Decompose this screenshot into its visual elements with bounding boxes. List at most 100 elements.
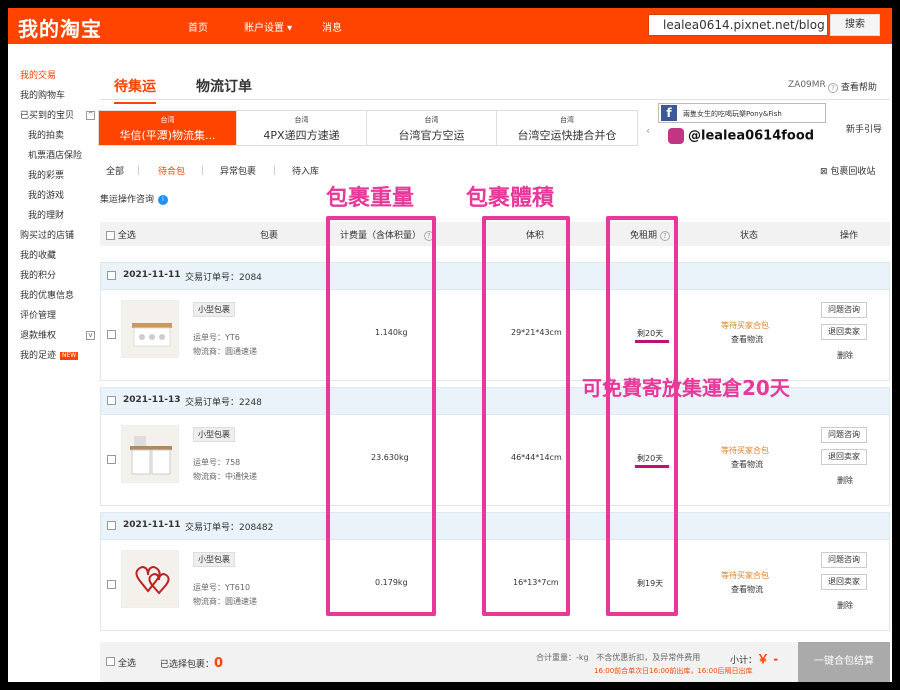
info-icon: i (158, 194, 169, 205)
subtab-exception[interactable]: 异常包裹 (220, 164, 256, 177)
status-text: 等待买家合包 (721, 321, 769, 330)
shipping-option-2[interactable]: 台湾 4PX递四方速递 (237, 111, 367, 145)
sidebar-item-label: 退款维权 (20, 331, 57, 341)
new-user-guide-link[interactable]: 新手引导 (846, 122, 882, 135)
sidebar-item-purchased[interactable]: 已买到的宝贝 ^ (20, 106, 100, 126)
sidebar-item-travel[interactable]: 机票酒店保险 (20, 146, 100, 166)
search-input[interactable]: lealea0614.pixnet.net/blog (648, 14, 828, 36)
shipping-option-1[interactable]: 台湾 华信(平潭)物流集... (99, 111, 237, 145)
footer-select-all[interactable]: 全选 (118, 656, 136, 669)
delete-link[interactable]: 删除 (837, 475, 853, 486)
inquiry-button[interactable]: 问题咨询 (821, 427, 867, 443)
nav-home[interactable]: 首页 (188, 19, 208, 34)
sidebar-item-coupons[interactable]: 我的优惠信息 (20, 286, 100, 306)
return-to-seller-button[interactable]: 退回卖家 (821, 449, 867, 465)
view-logistics-link[interactable]: 查看物流 (731, 584, 763, 595)
annotation-box-free-period (606, 216, 678, 616)
selected-count: 已选择包裹：0 (160, 656, 223, 671)
package-size-tag: 小型包裹 (193, 427, 235, 442)
instagram-text: @lealea0614food (688, 128, 815, 144)
subtab-all[interactable]: 全部 (106, 164, 124, 177)
sidebar-item-label: 我的足迹 (20, 351, 57, 361)
select-all-label: 全选 (117, 231, 136, 241)
shipping-region: 台湾 (424, 116, 439, 124)
shipping-region: 台湾 (160, 116, 175, 124)
trash-icon: ⊠ (820, 167, 828, 177)
help-label: 查看帮助 (840, 83, 877, 93)
search-button[interactable]: 搜索 (830, 14, 880, 36)
nav-messages[interactable]: 消息 (322, 19, 342, 34)
nav-account-settings[interactable]: 账户设置 ▾ (244, 19, 292, 34)
carrier-name: 物流商：圆通速递 (193, 597, 257, 606)
view-logistics-link[interactable]: 查看物流 (731, 459, 763, 470)
select-all-header[interactable]: 全选 (106, 228, 136, 241)
tab-logistics-orders[interactable]: 物流订单 (196, 76, 252, 96)
shipping-region: 台湾 (294, 116, 309, 124)
inquiry-button[interactable]: 问题咨询 (821, 552, 867, 568)
delete-link[interactable]: 删除 (837, 350, 853, 361)
checkbox[interactable] (107, 330, 116, 339)
sidebar: 我的交易 我的购物车 已买到的宝贝 ^ 我的拍卖 机票酒店保险 我的彩票 我的游戏… (20, 66, 100, 366)
help-link[interactable]: ? 查看帮助 (828, 80, 877, 93)
shipping-option-3[interactable]: 台湾 台湾官方空运 (367, 111, 497, 145)
sidebar-item-cart[interactable]: 我的购物车 (20, 86, 100, 106)
subtotal-value: ￥ - (757, 652, 779, 666)
col-package: 包裹 (260, 231, 279, 241)
divider (202, 165, 203, 175)
sidebar-item-shops[interactable]: 购买过的店铺 (20, 226, 100, 246)
shipping-method-bar: 台湾 华信(平潭)物流集... 台湾 4PX递四方速递 台湾 台湾官方空运 台湾… (98, 110, 638, 146)
sidebar-item-auction[interactable]: 我的拍卖 (20, 126, 100, 146)
checkbox[interactable] (107, 396, 116, 405)
checkbox[interactable] (107, 455, 116, 464)
order-number: 交易订单号：2248 (185, 398, 262, 408)
facebook-icon: f (661, 105, 677, 121)
view-logistics-link[interactable]: 查看物流 (731, 334, 763, 345)
taobao-logo[interactable]: 我的淘宝 (18, 13, 102, 42)
sidebar-item-lottery[interactable]: 我的彩票 (20, 166, 100, 186)
main-tabs: 待集运 物流订单 (100, 68, 890, 104)
shipping-name: 华信(平潭)物流集... (119, 129, 216, 142)
divider (138, 165, 139, 175)
inquiry-button[interactable]: 问题咨询 (821, 302, 867, 318)
shipping-option-4[interactable]: 台湾 台湾空运快捷合并仓 (497, 111, 637, 145)
shipping-name: 台湾官方空运 (398, 129, 465, 142)
return-to-seller-button[interactable]: 退回卖家 (821, 574, 867, 590)
order-date: 2021-11-13 (123, 395, 181, 405)
consolidate-checkout-button[interactable]: 一键合包结算 (798, 642, 890, 682)
total-weight-text: 合计重量：-kg (536, 653, 589, 662)
checkbox[interactable] (106, 657, 115, 666)
subtab-awaiting-storage[interactable]: 待入库 (292, 164, 319, 177)
sidebar-item-points[interactable]: 我的积分 (20, 266, 100, 286)
status-text: 等待买家合包 (721, 446, 769, 455)
consolidation-help-link[interactable]: 集运操作咨询 i (100, 192, 169, 205)
sidebar-item-games[interactable]: 我的游戏 (20, 186, 100, 206)
collapse-icon[interactable]: ^ (86, 111, 95, 120)
sidebar-item-my-trades[interactable]: 我的交易 (20, 66, 100, 86)
subtotal: 小计：￥ - (730, 650, 778, 667)
tracking-number: 运单号：YT610 (193, 583, 251, 592)
sidebar-item-footprints[interactable]: 我的足迹 NEW (20, 346, 100, 366)
order-date: 2021-11-11 (123, 270, 181, 280)
expand-icon[interactable]: v (86, 331, 95, 340)
col-action: 操作 (840, 231, 859, 241)
subtab-pending-merge[interactable]: 待合包 (158, 164, 185, 177)
delete-link[interactable]: 删除 (837, 600, 853, 611)
checkbox[interactable] (107, 521, 116, 530)
chevron-left-icon[interactable]: ‹ (646, 124, 650, 137)
order-number: 交易订单号：208482 (185, 523, 274, 533)
sidebar-item-reviews[interactable]: 评价管理 (20, 306, 100, 326)
sidebar-item-refunds[interactable]: 退款维权 v (20, 326, 100, 346)
checkbox[interactable] (107, 580, 116, 589)
annotation-weight-label: 包裹重量 (326, 186, 415, 211)
selected-count-value: 0 (214, 656, 224, 671)
sidebar-item-favorites[interactable]: 我的收藏 (20, 246, 100, 266)
return-to-seller-button[interactable]: 退回卖家 (821, 324, 867, 340)
checkbox[interactable] (106, 231, 115, 240)
recycle-bin-link[interactable]: ⊠ 包裹回收站 (820, 164, 875, 177)
checkout-footer: 全选 已选择包裹：0 合计重量：-kg 不含优惠折扣，及异常件费用 16:00前… (100, 642, 890, 682)
tab-pending-consolidation[interactable]: 待集运 (114, 76, 156, 104)
user-id: ZA09MR (788, 80, 826, 90)
package-size-tag: 小型包裹 (193, 302, 235, 317)
sidebar-item-finance[interactable]: 我的理财 (20, 206, 100, 226)
checkbox[interactable] (107, 271, 116, 280)
